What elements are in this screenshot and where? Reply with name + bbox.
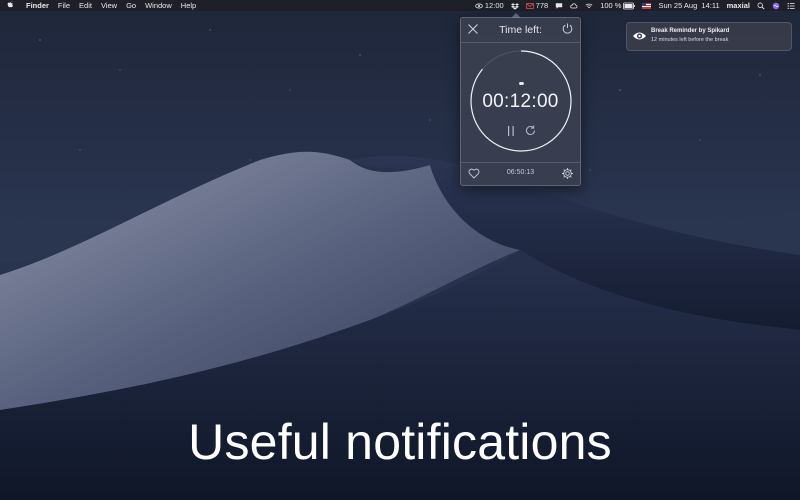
pause-icon[interactable] [506, 125, 516, 137]
spotlight-search-icon[interactable] [757, 2, 765, 10]
battery-status-item[interactable]: 100 % [600, 0, 636, 11]
promo-caption: Useful notifications [188, 414, 612, 470]
apple-menu-icon[interactable] [7, 0, 15, 11]
session-dots: •• [518, 78, 525, 90]
power-icon[interactable] [561, 22, 574, 35]
notification-body: 12 minutes left before the break [651, 37, 729, 43]
flag-icon[interactable] [642, 2, 652, 9]
popover-header: Time left: [461, 18, 580, 43]
mail-status-item[interactable]: 778 [525, 0, 549, 11]
menu-user[interactable]: maxial [727, 0, 750, 11]
time-remaining: 00:12:00 [482, 91, 559, 112]
menu-edit[interactable]: Edit [79, 0, 92, 11]
menu-go[interactable]: Go [126, 0, 136, 11]
gear-icon[interactable] [561, 167, 574, 180]
break-reminder-status-item[interactable]: 12:00 [475, 0, 504, 11]
menu-window[interactable]: Window [145, 0, 172, 11]
wifi-icon[interactable] [585, 2, 593, 10]
eye-icon [475, 3, 483, 8]
reset-icon[interactable] [524, 124, 537, 137]
break-reminder-popover: Time left: •• 00:12:00 06:50:13 [460, 13, 581, 186]
app-eye-icon [633, 32, 646, 40]
notification-title: Break Reminder by Spikard [651, 28, 730, 34]
messages-icon[interactable] [555, 2, 563, 10]
notification-banner[interactable]: Break Reminder by Spikard 12 minutes lef… [626, 22, 792, 51]
popover-footer: 06:50:13 [461, 162, 580, 185]
menu-datetime[interactable]: Sun 25 Aug 14:11 [658, 0, 719, 11]
dropbox-icon[interactable] [510, 2, 519, 10]
siri-icon[interactable] [772, 2, 780, 10]
notification-center-icon[interactable] [787, 2, 795, 10]
menu-app-name[interactable]: Finder [26, 0, 49, 11]
cloud-icon[interactable] [570, 2, 578, 10]
menu-help[interactable]: Help [181, 0, 196, 11]
menu-file[interactable]: File [58, 0, 70, 11]
menu-bar: Finder File Edit View Go Window Help 12:… [0, 0, 800, 11]
menu-view[interactable]: View [101, 0, 117, 11]
mail-icon [525, 2, 534, 9]
mail-count: 778 [535, 1, 549, 10]
battery-percent: 100 % [600, 1, 622, 10]
status-timer: 12:00 [484, 1, 504, 10]
battery-icon [623, 2, 636, 9]
